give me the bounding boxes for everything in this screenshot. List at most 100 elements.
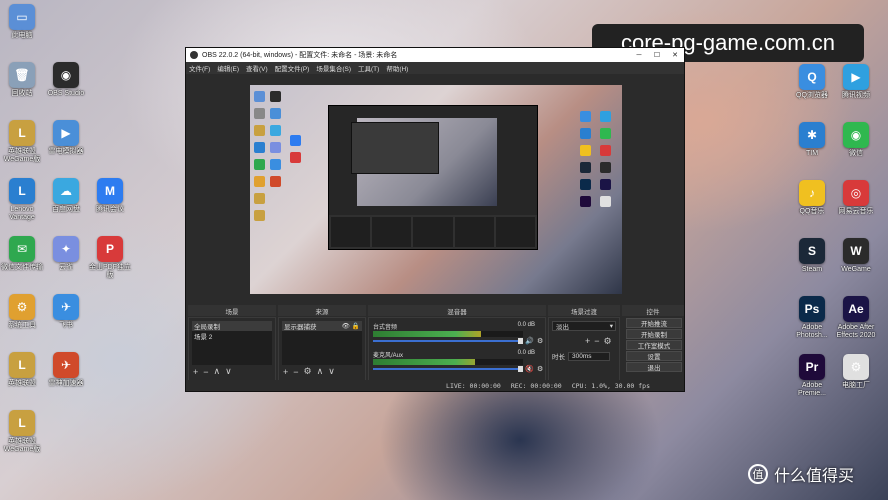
- desktop-icon-label: QQ音乐: [799, 208, 825, 215]
- desktop-icon-label: 英雄联盟WeGame版: [3, 148, 41, 163]
- desktop-icon[interactable]: ✈ 飞书: [44, 294, 88, 330]
- desktop-icon-label: Lenovo Vantage: [9, 206, 35, 221]
- desktop-icon[interactable]: W WeGame: [834, 238, 878, 274]
- desktop-icon[interactable]: P 金山PDF独立版: [88, 236, 132, 280]
- remove-scene-icon[interactable]: −: [203, 367, 208, 377]
- desktop-icon[interactable]: Ae Adobe After Effects 2020: [834, 296, 878, 340]
- add-scene-icon[interactable]: +: [193, 367, 198, 377]
- desktop-icon[interactable]: 🗑 回收站: [0, 62, 44, 98]
- menu-tools[interactable]: 工具(T): [358, 63, 379, 73]
- menu-view[interactable]: 查看(V): [246, 63, 268, 73]
- desktop-icon[interactable]: ✦ 云雀: [44, 236, 88, 272]
- desktop-icon-label: 百度网盘: [52, 206, 80, 213]
- remove-source-icon[interactable]: −: [293, 367, 298, 377]
- remove-transition-icon[interactable]: −: [594, 336, 599, 347]
- minimize-icon[interactable]: ─: [630, 52, 648, 59]
- dock-headers: 场景 来源 混音器 场景过渡 控件: [188, 305, 684, 316]
- desktop-icon-label: 系统工具: [8, 322, 36, 329]
- transition-selected: 淡出: [556, 324, 569, 331]
- app-icon: M: [97, 178, 123, 204]
- desktop-icon[interactable]: ⚙ 电脑工厂: [834, 354, 878, 390]
- scenes-header: 场景: [188, 305, 276, 316]
- duration-input[interactable]: 300ms: [568, 351, 610, 361]
- exit-button[interactable]: 退出: [626, 362, 682, 372]
- lock-icon[interactable]: 🔒: [352, 322, 360, 330]
- speaker-icon[interactable]: 🔊: [525, 337, 534, 345]
- add-source-icon[interactable]: +: [283, 367, 288, 377]
- app-icon: ⚙: [9, 294, 35, 320]
- visibility-eye-icon[interactable]: 👁: [342, 322, 350, 330]
- brand-logo-icon: 值: [748, 464, 768, 484]
- app-icon: L: [9, 410, 35, 436]
- desktop-icon[interactable]: ✈ 雷神加速器: [44, 352, 88, 388]
- desktop-icon[interactable]: ✉ 微信文件传输: [0, 236, 44, 272]
- move-down-icon[interactable]: ∨: [328, 366, 335, 377]
- menu-file[interactable]: 文件(F): [189, 63, 210, 73]
- speaker-muted-icon[interactable]: 🔇: [525, 365, 534, 373]
- settings-button[interactable]: 设置: [626, 351, 682, 361]
- desktop-icon[interactable]: L 英雄联盟WeGame版: [0, 410, 44, 454]
- menu-help[interactable]: 帮助(H): [386, 63, 408, 73]
- source-settings-gear-icon[interactable]: ⚙: [304, 366, 312, 377]
- app-icon: ⚙: [843, 354, 869, 380]
- track-gear-icon[interactable]: ⚙: [537, 337, 543, 345]
- menu-bar: 文件(F) 编辑(E) 查看(V) 配置文件(P) 场景集合(S) 工具(T) …: [186, 62, 684, 74]
- desktop-icon[interactable]: S Steam: [790, 238, 834, 274]
- desktop-icon-label: 英雄联盟WeGame版: [3, 438, 41, 453]
- start-streaming-button[interactable]: 开始推流: [626, 318, 682, 328]
- preview-canvas[interactable]: [250, 85, 622, 294]
- transition-gear-icon[interactable]: ⚙: [604, 336, 612, 347]
- obs-window[interactable]: OBS 22.0.2 (64-bit, windows) - 配置文件: 未命名…: [185, 47, 685, 392]
- desktop-icon[interactable]: L Lenovo Vantage: [0, 178, 44, 222]
- close-icon[interactable]: ✕: [666, 51, 684, 59]
- sources-header: 来源: [278, 305, 366, 316]
- app-icon: 🗑: [9, 62, 35, 88]
- live-status: LIVE: 00:00:00: [446, 381, 501, 390]
- desktop-icon[interactable]: ◉ 微信: [834, 122, 878, 158]
- move-up-icon[interactable]: ∧: [214, 366, 221, 377]
- desktop-icon[interactable]: ◉ OBS Studio: [44, 62, 88, 98]
- desktop-icon[interactable]: L 英雄联盟: [0, 352, 44, 388]
- scene-item[interactable]: 全局录制: [192, 321, 272, 331]
- add-transition-icon[interactable]: +: [585, 336, 590, 347]
- desktop-icon-label: Adobe Photosh...: [796, 324, 828, 339]
- desktop-icon[interactable]: ▭ 此电脑: [0, 4, 44, 40]
- desktop-icon[interactable]: ▶ 雷电模拟器: [44, 120, 88, 156]
- volume-slider[interactable]: [373, 338, 523, 344]
- app-icon: Q: [799, 64, 825, 90]
- menu-scene-collection[interactable]: 场景集合(S): [316, 63, 351, 73]
- app-icon: ◉: [843, 122, 869, 148]
- move-down-icon[interactable]: ∨: [225, 366, 232, 377]
- mixer-header: 混音器: [368, 305, 546, 316]
- track-gear-icon[interactable]: ⚙: [537, 365, 543, 373]
- app-icon: Pr: [799, 354, 825, 380]
- desktop-icon[interactable]: Q QQ浏览器: [790, 64, 834, 100]
- desktop-icon[interactable]: ◎ 网易云音乐: [834, 180, 878, 216]
- desktop-icon[interactable]: ⚙ 系统工具: [0, 294, 44, 330]
- scene-item[interactable]: 场景 2: [192, 331, 272, 341]
- move-up-icon[interactable]: ∧: [317, 366, 324, 377]
- desktop-icon[interactable]: ☁ 百度网盘: [44, 178, 88, 214]
- status-bar: LIVE: 00:00:00 REC: 00:00:00 CPU: 1.0%, …: [186, 380, 684, 391]
- menu-profile[interactable]: 配置文件(P): [275, 63, 310, 73]
- transition-select[interactable]: 淡出 ▾: [552, 321, 616, 331]
- studio-mode-button[interactable]: 工作室模式: [626, 340, 682, 350]
- desktop-icon[interactable]: L 英雄联盟WeGame版: [0, 120, 44, 164]
- desktop-icon-label: 微信: [849, 150, 863, 157]
- volume-slider[interactable]: [373, 366, 523, 372]
- desktop-icon-label: 金山PDF独立版: [89, 264, 131, 279]
- desktop-icon[interactable]: ▶ 腾讯视频: [834, 64, 878, 100]
- rec-status: REC: 00:00:00: [510, 381, 562, 390]
- desktop-icon[interactable]: M 腾讯会议: [88, 178, 132, 214]
- source-item[interactable]: 显示器捕获 👁 🔒: [282, 321, 362, 331]
- scenes-list: 全局录制 场景 2: [192, 321, 272, 365]
- menu-edit[interactable]: 编辑(E): [217, 63, 239, 73]
- desktop-icon[interactable]: Pr Adobe Premie...: [790, 354, 834, 398]
- desktop-icon[interactable]: ♪ QQ音乐: [790, 180, 834, 216]
- app-icon: Ps: [799, 296, 825, 322]
- obs-titlebar[interactable]: OBS 22.0.2 (64-bit, windows) - 配置文件: 未命名…: [186, 48, 684, 62]
- maximize-icon[interactable]: ☐: [648, 51, 666, 59]
- desktop-icon[interactable]: ✱ TIM: [790, 122, 834, 158]
- desktop-icon[interactable]: Ps Adobe Photosh...: [790, 296, 834, 340]
- start-recording-button[interactable]: 开始录制: [626, 329, 682, 339]
